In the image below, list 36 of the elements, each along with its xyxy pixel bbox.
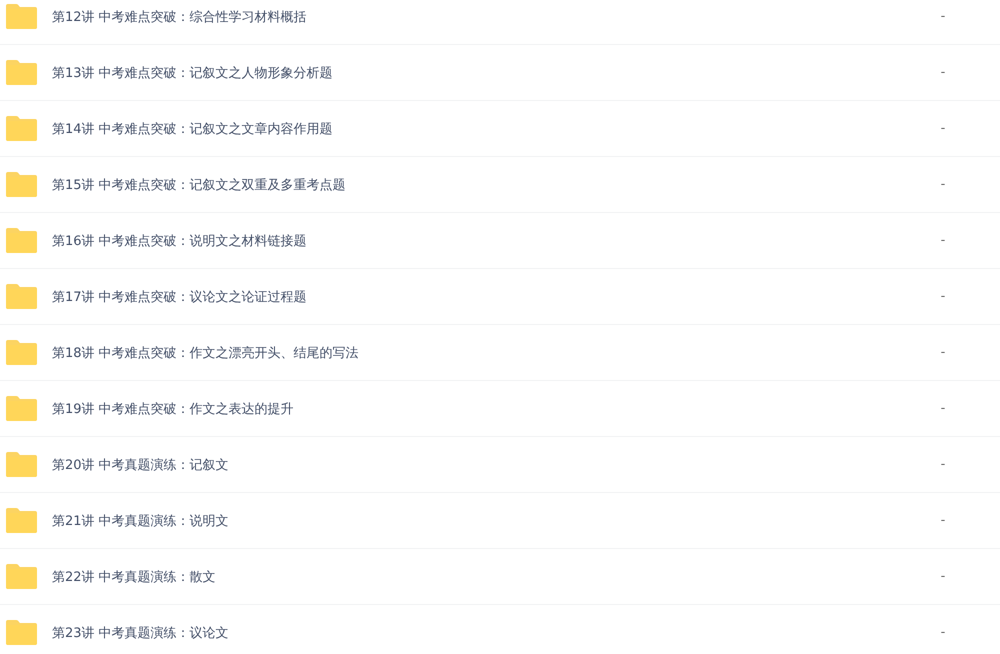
folder-icon [5,171,38,198]
file-size: - [940,457,946,472]
file-name[interactable]: 第13讲 中考难点突破：记叙文之人物形象分析题 [52,64,933,82]
file-size: - [940,121,946,136]
file-name[interactable]: 第14讲 中考难点突破：记叙文之文章内容作用题 [52,120,933,138]
folder-icon [5,507,38,534]
file-name[interactable]: 第16讲 中考难点突破：说明文之材料链接题 [52,232,933,250]
file-name[interactable]: 第23讲 中考真题演练：议论文 [52,624,933,642]
folder-icon [5,283,38,310]
folder-icon [5,339,38,366]
file-size: - [940,177,946,192]
folder-icon [5,451,38,478]
folder-icon [5,59,38,86]
file-name[interactable]: 第15讲 中考难点突破：记叙文之双重及多重考点题 [52,176,933,194]
file-size: - [940,233,946,248]
folder-icon [5,619,38,646]
file-name[interactable]: 第18讲 中考难点突破：作文之漂亮开头、结尾的写法 [52,344,933,362]
file-size: - [940,401,946,416]
file-size: - [940,65,946,80]
file-name[interactable]: 第21讲 中考真题演练：说明文 [52,512,933,530]
file-size: - [940,345,946,360]
folder-icon [5,395,38,422]
file-name[interactable]: 第12讲 中考难点突破：综合性学习材料概括 [52,8,933,26]
folder-icon [5,227,38,254]
folder-icon [5,3,38,30]
file-name[interactable]: 第22讲 中考真题演练：散文 [52,568,933,586]
file-size: - [940,625,946,640]
file-size: - [940,289,946,304]
folder-icon [5,563,38,590]
file-size: - [940,513,946,528]
file-name[interactable]: 第17讲 中考难点突破：议论文之论证过程题 [52,288,933,306]
file-name[interactable]: 第19讲 中考难点突破：作文之表达的提升 [52,400,933,418]
file-size: - [940,569,946,584]
file-size: - [940,9,946,24]
folder-icon [5,115,38,142]
file-name[interactable]: 第20讲 中考真题演练：记叙文 [52,456,933,474]
